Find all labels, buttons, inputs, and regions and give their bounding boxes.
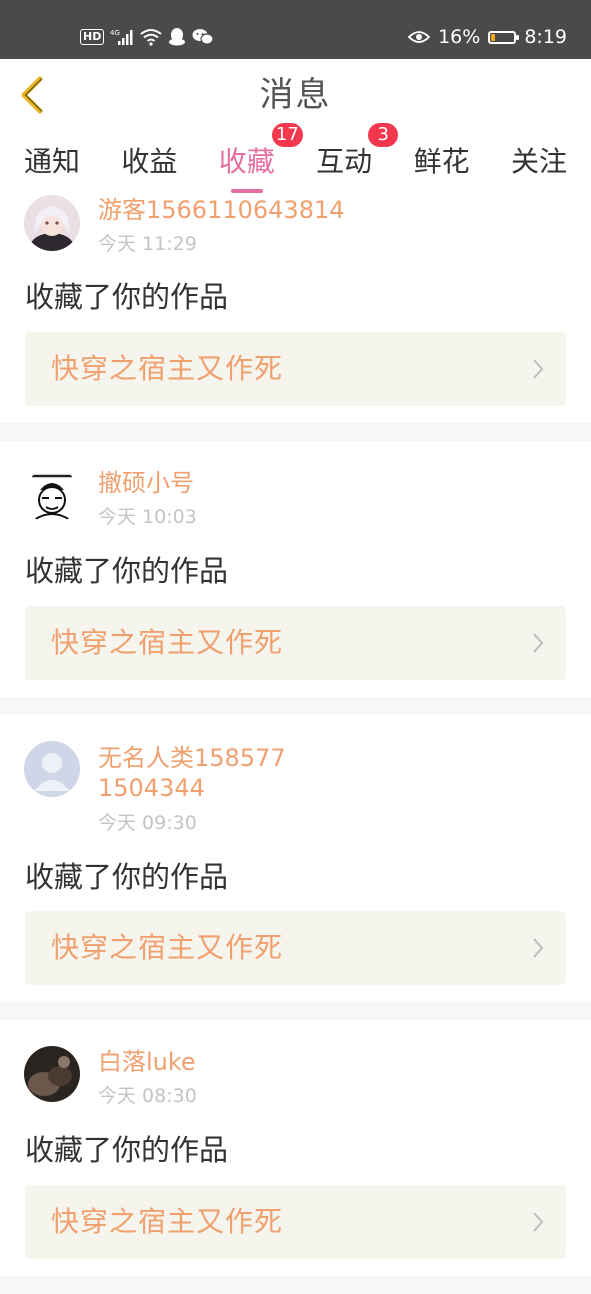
work-link[interactable]: 快穿之宿主又作死 [25,332,566,406]
work-title: 快穿之宿主又作死 [51,931,284,964]
username[interactable]: 游客1566110643814 [98,195,558,225]
battery-percent: 16% [438,26,481,48]
default-avatar-icon [24,741,80,797]
eye-comfort-icon [408,31,431,43]
avatar[interactable] [24,1046,80,1102]
app-header: 消息 [0,59,591,132]
4g-signal-icon: 4G [110,29,133,45]
work-title: 快穿之宿主又作死 [51,1205,284,1238]
avatar-photo-image [24,1046,80,1102]
action-text: 收藏了你的作品 [25,860,229,894]
work-link[interactable]: 快穿之宿主又作死 [25,1185,566,1259]
battery-level [491,33,496,41]
message-list: 游客1566110643814 今天 11:29 收藏了你的作品 快穿之宿主又作… [0,195,591,1294]
tab-label: 关注 [510,145,567,178]
work-title: 快穿之宿主又作死 [51,352,284,385]
divider [0,697,591,715]
username[interactable]: 撤硕小号 [98,468,558,498]
status-left-icons: HD 4G [80,22,214,52]
svg-text:4G: 4G [110,29,120,37]
list-item: 游客1566110643814 今天 11:29 收藏了你的作品 快穿之宿主又作… [0,195,591,423]
action-text: 收藏了你的作品 [25,1133,229,1167]
avatar[interactable] [24,741,80,797]
clock: 8:19 [524,26,567,48]
tab-favorites[interactable]: 收藏 17 [218,123,303,195]
username[interactable]: 无名人类1585771504344 [98,743,298,803]
divider [0,1002,591,1020]
status-bar: HD 4G 16% 8:19 [0,0,591,59]
tab-flowers[interactable]: 鲜花 [414,131,470,195]
work-link[interactable]: 快穿之宿主又作死 [25,911,566,985]
tab-label: 收藏 [218,145,275,178]
avatar-anime-image [24,195,80,251]
message-time: 今天 09:30 [98,812,197,834]
action-text: 收藏了你的作品 [25,280,229,314]
battery-icon [488,30,520,44]
message-time: 今天 08:30 [98,1085,197,1107]
chevron-right-icon [533,938,544,958]
unread-badge: 3 [368,123,399,147]
work-title: 快穿之宿主又作死 [51,626,284,659]
chevron-right-icon [533,359,544,379]
username[interactable]: 白落luke [98,1047,558,1077]
unread-badge: 17 [271,123,303,147]
work-link[interactable]: 快穿之宿主又作死 [25,606,566,680]
avatar-meme-image [24,468,80,524]
list-item: 白落luke 今天 08:30 收藏了你的作品 快穿之宿主又作死 [0,1020,591,1276]
list-item: 无名人类1585771504344 今天 09:30 收藏了你的作品 快穿之宿主… [0,715,591,1002]
qq-icon [169,28,186,46]
avatar[interactable] [24,468,80,524]
tab-label: 互动 [316,145,373,178]
tab-bar: 通知 收益 收藏 17 互动 3 鲜花 关注 [0,123,591,195]
tab-label: 鲜花 [413,145,470,178]
tab-notifications[interactable]: 通知 [24,131,80,195]
divider [0,423,591,441]
chevron-right-icon [533,1212,544,1232]
tab-earnings[interactable]: 收益 [121,131,177,195]
action-text: 收藏了你的作品 [25,554,229,588]
wifi-icon [140,29,162,46]
tab-label: 通知 [24,145,81,178]
message-time: 今天 10:03 [98,506,197,528]
hd-icon: HD [80,29,105,45]
tab-following[interactable]: 关注 [511,131,567,195]
active-tab-indicator [230,189,263,193]
divider [0,1276,591,1294]
wechat-icon [192,29,214,45]
tab-label: 收益 [121,145,178,178]
tab-interactions[interactable]: 互动 3 [316,123,399,195]
chevron-right-icon [533,633,544,653]
avatar[interactable] [24,195,80,251]
page-title: 消息 [259,75,332,115]
list-item: 撤硕小号 今天 10:03 收藏了你的作品 快穿之宿主又作死 [0,441,591,697]
message-time: 今天 11:29 [98,233,197,255]
status-right: 16% 8:19 [408,22,567,52]
